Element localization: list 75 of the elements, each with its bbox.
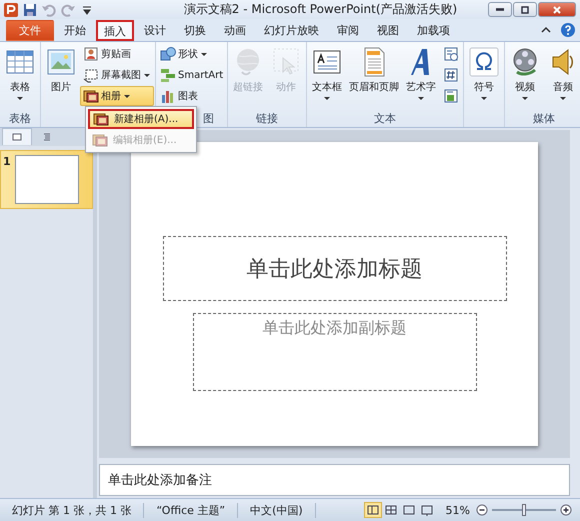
minimize-icon	[496, 8, 504, 11]
clock-icon	[443, 46, 460, 62]
close-button[interactable]	[538, 2, 576, 17]
screenshot-icon	[83, 67, 99, 83]
minimize-button[interactable]	[488, 2, 512, 17]
photo-album-icon	[83, 88, 99, 104]
menu-item[interactable]: 新建相册(A)...	[88, 109, 194, 129]
ribbon-tab[interactable]: 审阅	[329, 20, 367, 41]
group-label: 文本	[374, 112, 396, 125]
theme-name: “Office 主题”	[144, 502, 238, 518]
window-title: 演示文稿2 - Microsoft PowerPoint(产品激活失败)	[182, 1, 458, 18]
ribbon-tab[interactable]: 开始	[56, 20, 94, 41]
group-label: 链接	[256, 112, 278, 125]
photo-album-icon	[92, 132, 108, 148]
object-icon	[443, 88, 460, 104]
group-label: 媒体	[533, 112, 556, 125]
close-icon	[552, 4, 562, 14]
caret-icon	[521, 96, 530, 101]
help-icon[interactable]	[560, 22, 576, 38]
zoom-out-icon[interactable]	[476, 504, 488, 516]
caret-icon	[559, 96, 568, 101]
slide-thumbnail[interactable]: 1	[0, 150, 93, 209]
caret-icon	[123, 94, 131, 98]
zoom-in-icon[interactable]	[560, 504, 572, 516]
ribbon-button[interactable]: 相册	[80, 86, 154, 106]
ribbon-button[interactable]: 文本框	[308, 44, 346, 104]
maximize-icon	[520, 4, 530, 14]
caret-icon	[323, 96, 332, 101]
caret-icon	[417, 96, 426, 101]
ribbon-button[interactable]: 符号	[465, 44, 504, 104]
language: 中文(中国)	[238, 502, 316, 518]
caret-icon	[480, 96, 488, 101]
title-placeholder[interactable]: 单击此处添加标题	[162, 236, 506, 301]
bar-chart-icon	[160, 88, 176, 104]
shapes-icon	[160, 46, 176, 62]
slides-tab[interactable]	[2, 128, 32, 145]
app-logo-icon[interactable]	[3, 2, 19, 18]
ribbon-button[interactable]: 形状	[157, 44, 226, 64]
ribbon-button[interactable]: 音频	[544, 44, 580, 104]
caret-icon	[16, 96, 24, 101]
ribbon-button[interactable]: 艺术字	[402, 44, 440, 104]
ribbon-button[interactable]: 视频	[506, 44, 544, 104]
ribbon-button[interactable]: 页眉和页脚	[346, 44, 402, 104]
ribbon-button[interactable]: SmartArt	[157, 65, 226, 85]
omega-icon	[468, 46, 500, 78]
person-icon	[83, 46, 99, 62]
notes-field[interactable]: 单击此处添加备注	[99, 464, 570, 496]
caret-icon	[143, 72, 151, 78]
group-label: 图	[203, 112, 214, 125]
group-label: 表格	[9, 112, 31, 125]
ribbon-button[interactable]: 图表	[157, 86, 226, 106]
ribbon-tab[interactable]: 动画	[216, 20, 254, 41]
save-icon[interactable]	[22, 2, 38, 18]
zoom-percent[interactable]: 51%	[446, 504, 470, 516]
slide-icon	[12, 132, 22, 142]
maximize-button[interactable]	[513, 2, 537, 17]
ribbon-tab[interactable]: 文件	[6, 20, 54, 41]
subtitle-placeholder[interactable]: 单击此处添加副标题	[192, 313, 476, 391]
ribbon-tab[interactable]: 视图	[369, 20, 407, 41]
ribbon-tab[interactable]: 幻灯片放映	[256, 20, 327, 41]
ribbon-tab[interactable]: 插入	[96, 20, 134, 41]
ribbon-tab[interactable]: 加载项	[409, 20, 458, 41]
photo-album-icon	[93, 111, 109, 127]
ribbon-button[interactable]: 剪贴画	[80, 44, 154, 64]
hash-icon	[443, 67, 460, 83]
outline-icon	[42, 132, 52, 142]
caret-icon	[200, 52, 208, 56]
normal-view-icon[interactable]	[364, 502, 382, 518]
ribbon-tab[interactable]: 设计	[136, 20, 174, 41]
hierarchy-icon	[160, 67, 176, 83]
slide-count: 幻灯片 第 1 张，共 1 张	[0, 502, 144, 518]
ribbon-button[interactable]: 图片	[42, 44, 80, 104]
ribbon-button[interactable]: 表格	[1, 44, 39, 104]
ribbon-button[interactable]: 屏幕截图	[80, 65, 154, 85]
ribbon-tab[interactable]: 切换	[176, 20, 214, 41]
